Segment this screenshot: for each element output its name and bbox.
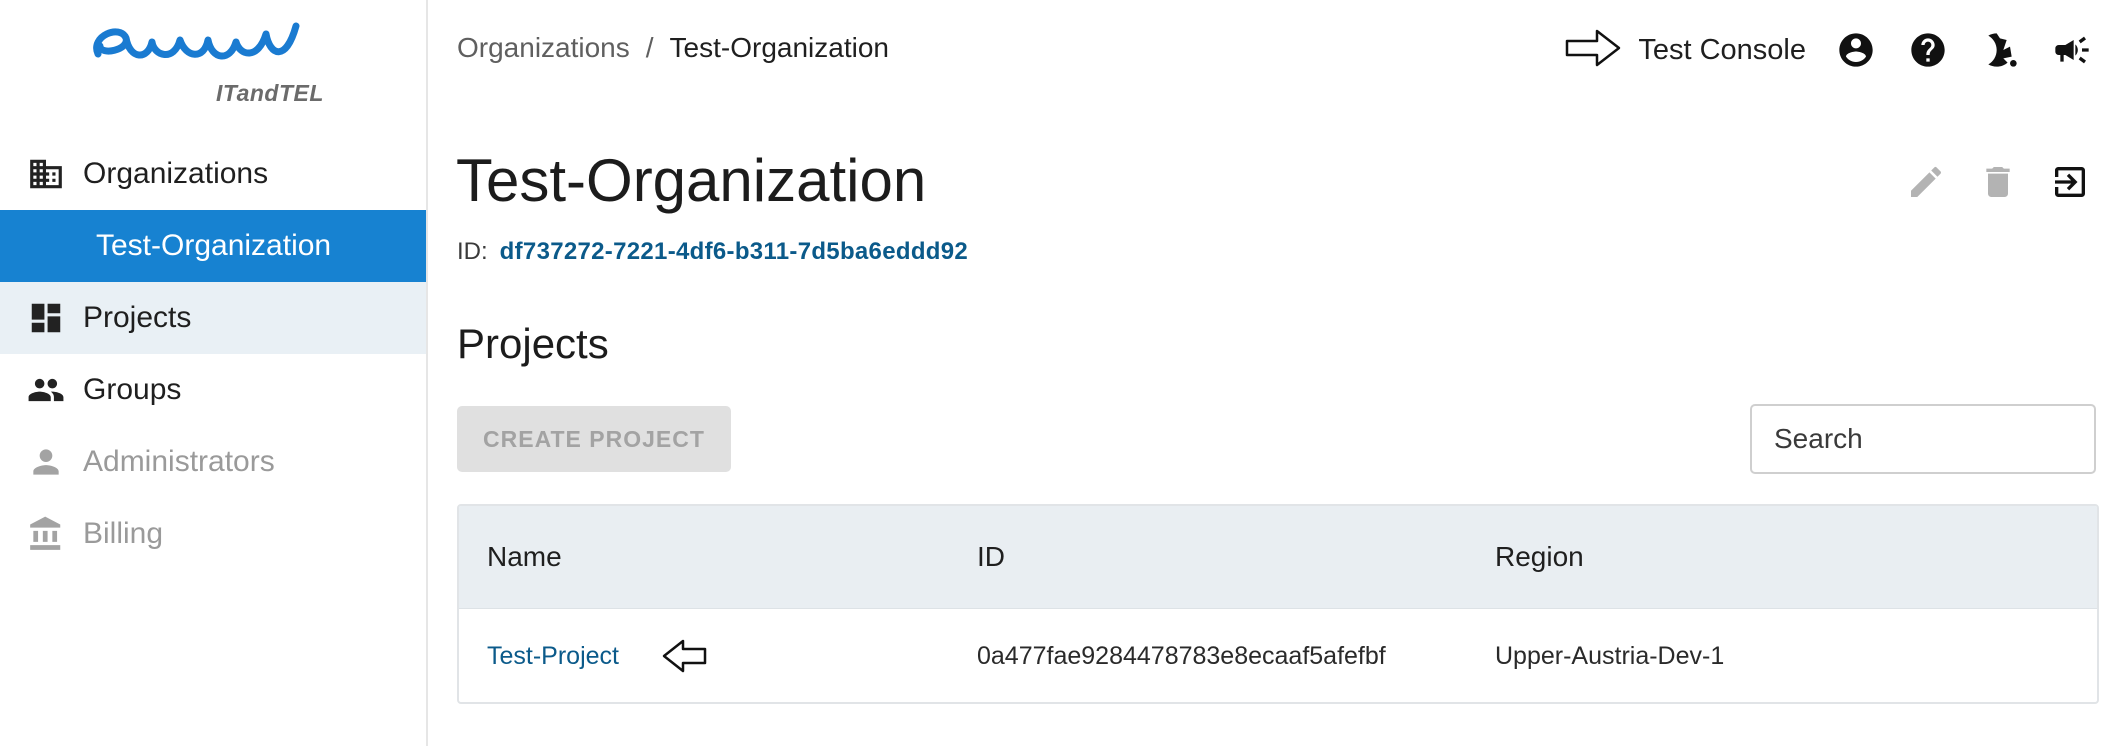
account-circle-icon[interactable] [1836, 30, 1876, 70]
dark-mode-icon[interactable] [1980, 30, 2020, 70]
sidebar-item-projects[interactable]: Projects [0, 282, 426, 354]
sidebar-item-administrators[interactable]: Administrators [0, 426, 426, 498]
bank-icon [26, 514, 66, 554]
sidebar: ITandTEL Organizations Test-Organization… [0, 0, 428, 746]
logo-subtitle: ITandTEL [216, 80, 324, 106]
organization-id: ID: df737272-7221-4df6-b311-7d5ba6eddd92 [457, 238, 968, 266]
title-actions [1876, 160, 2092, 204]
delete-icon[interactable] [1976, 160, 2020, 204]
column-header-id[interactable]: ID [977, 541, 1495, 573]
dashboard-icon [26, 298, 66, 338]
building-icon [26, 154, 66, 194]
announcement-icon[interactable] [2052, 30, 2092, 70]
sidebar-item-label: Projects [83, 301, 192, 334]
sidebar-item-label: Organizations [83, 157, 269, 190]
column-header-region[interactable]: Region [1495, 541, 2097, 573]
sidebar-item-label: Administrators [83, 445, 275, 478]
ewe-logo-icon [93, 22, 300, 60]
arrow-right-icon [1564, 28, 1622, 73]
project-link[interactable]: Test-Project [487, 642, 619, 671]
cell-name: Test-Project [459, 638, 977, 674]
breadcrumb: Organizations / Test-Organization [457, 32, 889, 64]
breadcrumb-separator: / [645, 32, 654, 63]
search-input[interactable] [1750, 404, 2096, 474]
column-header-name[interactable]: Name [459, 541, 977, 573]
create-project-button[interactable]: CREATE PROJECT [457, 406, 731, 472]
edit-icon[interactable] [1904, 160, 1948, 204]
exit-to-app-icon[interactable] [2048, 160, 2092, 204]
cell-id: 0a477fae9284478783e8ecaaf5afefbf [977, 641, 1386, 670]
console-label: Test Console [1638, 33, 1806, 66]
arrow-left-icon [661, 638, 707, 674]
id-label: ID: [457, 238, 488, 265]
sidebar-item-groups[interactable]: Groups [0, 354, 426, 426]
people-icon [26, 370, 66, 410]
cell-region: Upper-Austria-Dev-1 [1495, 641, 1725, 670]
table-row[interactable]: Test-Project 0a477fae9284478783e8ecaaf5a… [459, 609, 2097, 702]
sidebar-item-label: Billing [83, 517, 164, 550]
header-actions: Test Console [1564, 22, 2092, 78]
sidebar-item-test-organization[interactable]: Test-Organization [0, 210, 426, 282]
table-header: Name ID Region [459, 506, 2097, 609]
help-icon[interactable] [1908, 30, 1948, 70]
projects-table: Name ID Region Test-Project 0a477fae9284… [457, 504, 2099, 704]
sidebar-item-label: Test-Organization [96, 229, 332, 262]
id-value[interactable]: df737272-7221-4df6-b311-7d5ba6eddd92 [500, 238, 968, 265]
sidebar-item-billing[interactable]: Billing [0, 498, 426, 570]
page-title: Test-Organization [456, 147, 927, 214]
person-icon [26, 442, 66, 482]
section-title: Projects [457, 320, 609, 367]
breadcrumb-organizations[interactable]: Organizations [457, 32, 630, 63]
sidebar-item-organizations[interactable]: Organizations [0, 138, 426, 210]
sidebar-item-label: Groups [83, 373, 182, 406]
breadcrumb-current: Test-Organization [669, 32, 889, 63]
logo: ITandTEL [90, 16, 330, 112]
